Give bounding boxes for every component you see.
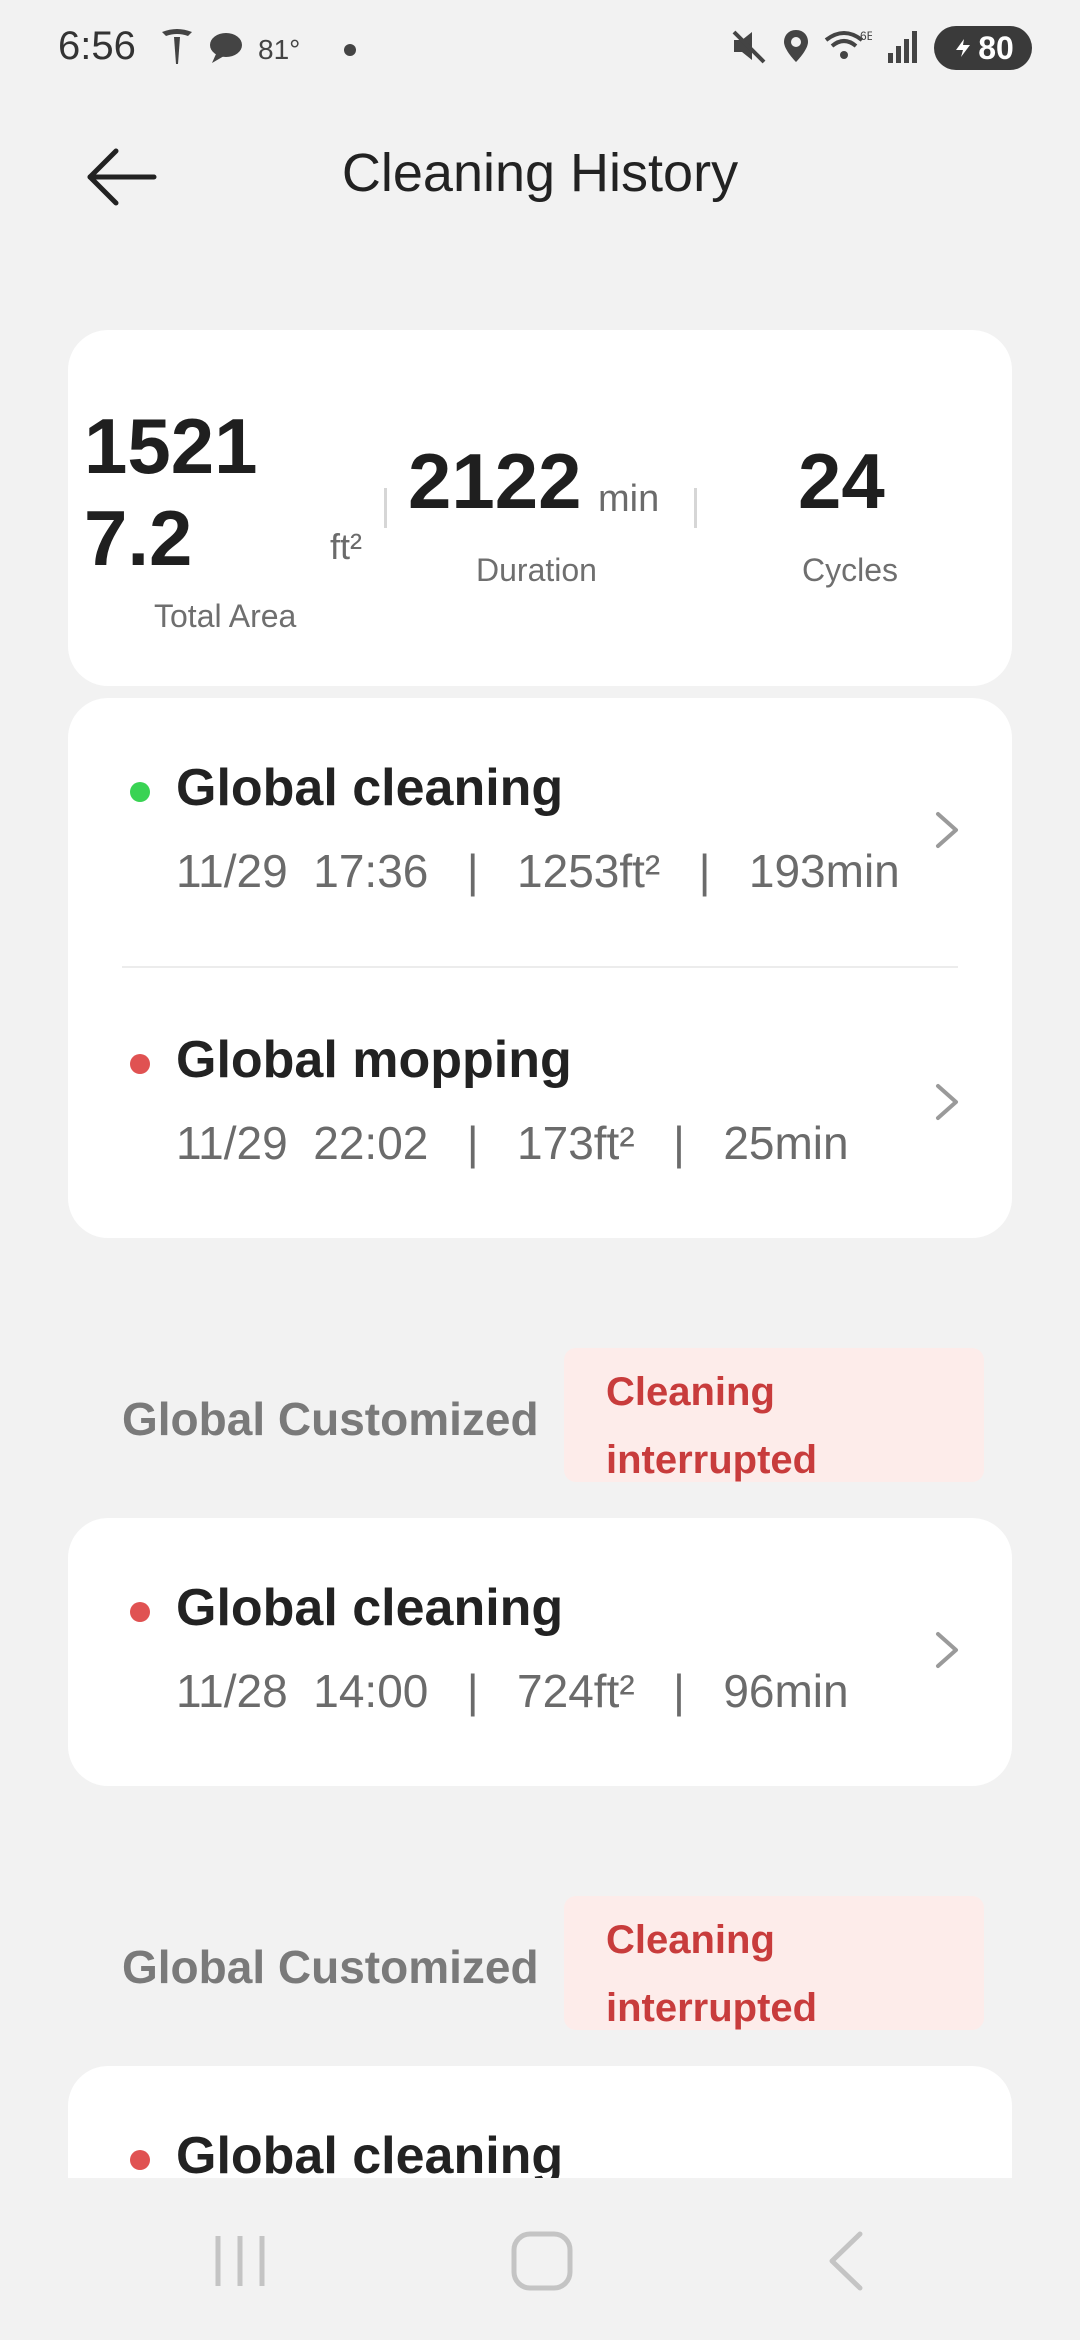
- status-bar: 6:56 81° 6E 80: [0, 0, 1080, 100]
- duration-value: 2122: [408, 437, 582, 525]
- system-icons: 6E 80: [730, 26, 1032, 70]
- record-meta: 11/28 14:00 | 724ft² | 96min: [176, 1665, 849, 1717]
- battery-level: 80: [978, 29, 1014, 66]
- record-title: Global cleaning: [176, 2127, 564, 2185]
- record-time: 14:00: [313, 1665, 429, 1717]
- status-dot: [130, 1054, 150, 1074]
- record-row[interactable]: Global cleaning 11/28 14:00 | 724ft² | 9…: [68, 1518, 1012, 1758]
- summary-card: 15217.2 ft² Total Area 2122 min Duration…: [68, 330, 1012, 686]
- interrupted-badge: Cleaning interrupted: [564, 1896, 984, 2030]
- cycles-label: Cycles: [802, 552, 899, 588]
- record-area: 173ft²: [517, 1117, 635, 1169]
- chevron-right-icon: [936, 1632, 958, 1668]
- signal-icon: [886, 29, 920, 68]
- record-duration: 193min: [748, 845, 900, 897]
- total-area-value: 15217.2: [84, 402, 258, 582]
- record-card: Global cleaning 11/28 14:00 | 724ft² | 9…: [68, 1518, 1012, 1786]
- home-button[interactable]: [502, 2226, 582, 2296]
- interrupted-badge: Cleaning interrupted: [564, 1348, 984, 1482]
- notification-icons: 81°: [160, 28, 357, 71]
- record-row[interactable]: Global mopping 11/29 22:02 | 173ft² | 25…: [68, 970, 1012, 1210]
- status-dot: [130, 1602, 150, 1622]
- system-back-button[interactable]: [808, 2226, 888, 2296]
- status-dot: [130, 782, 150, 802]
- section-title: Global Customized: [122, 1393, 539, 1445]
- duration-unit: min: [598, 478, 660, 520]
- record-title: Global cleaning: [176, 759, 564, 817]
- record-duration: 96min: [723, 1665, 849, 1717]
- record-date: 11/29: [176, 845, 288, 897]
- badge-label: Cleaning interrupted: [606, 1370, 818, 1482]
- back-icon: [829, 2231, 863, 2291]
- svg-text:6E: 6E: [860, 29, 872, 43]
- record-duration: 25min: [723, 1117, 849, 1169]
- row-divider: [122, 966, 958, 968]
- section-title: Global Customized: [122, 1941, 539, 1993]
- record-card: Global cleaning 11/29 17:36 | 1253ft² | …: [68, 698, 1012, 1238]
- app-header: Cleaning History: [0, 120, 1080, 230]
- chat-icon: [208, 30, 244, 69]
- location-icon: [782, 28, 810, 69]
- duration-label: Duration: [476, 552, 597, 588]
- record-date: 11/28: [176, 1665, 288, 1717]
- chevron-right-icon: [936, 1084, 958, 1120]
- record-meta: 11/29 17:36 | 1253ft² | 193min: [176, 845, 900, 897]
- wifi-6e-icon: 6E: [824, 28, 875, 69]
- badge-label: Cleaning interrupted: [606, 1918, 818, 2030]
- record-date: 11/29: [176, 1117, 288, 1169]
- summary-divider: [384, 488, 387, 528]
- record-time: 17:36: [313, 845, 429, 897]
- summary-divider: [694, 488, 697, 528]
- record-area: 1253ft²: [517, 845, 661, 897]
- recents-icon: [215, 2236, 265, 2286]
- total-area-unit: ft²: [330, 526, 362, 567]
- system-nav-bar: [0, 2178, 1080, 2340]
- tesla-icon: [160, 28, 194, 71]
- recents-button[interactable]: [200, 2226, 280, 2296]
- record-time: 22:02: [313, 1117, 429, 1169]
- status-time: 6:56: [58, 24, 136, 68]
- record-meta: 11/29 22:02 | 173ft² | 25min: [176, 1117, 849, 1169]
- mute-icon: [730, 28, 768, 69]
- record-row[interactable]: Global cleaning 11/29 17:36 | 1253ft² | …: [68, 698, 1012, 938]
- record-title: Global mopping: [176, 1031, 572, 1089]
- record-area: 724ft²: [517, 1665, 635, 1717]
- status-dot: [130, 2150, 150, 2170]
- total-area-label: Total Area: [154, 598, 297, 634]
- battery-indicator: 80: [934, 26, 1032, 70]
- record-title: Global cleaning: [176, 1579, 564, 1637]
- home-icon: [511, 2231, 573, 2291]
- temperature: 81°: [258, 33, 301, 65]
- cycles-value: 24: [798, 437, 885, 525]
- dot-icon: [344, 43, 357, 56]
- page-title: Cleaning History: [341, 143, 739, 203]
- chevron-right-icon: [936, 812, 958, 848]
